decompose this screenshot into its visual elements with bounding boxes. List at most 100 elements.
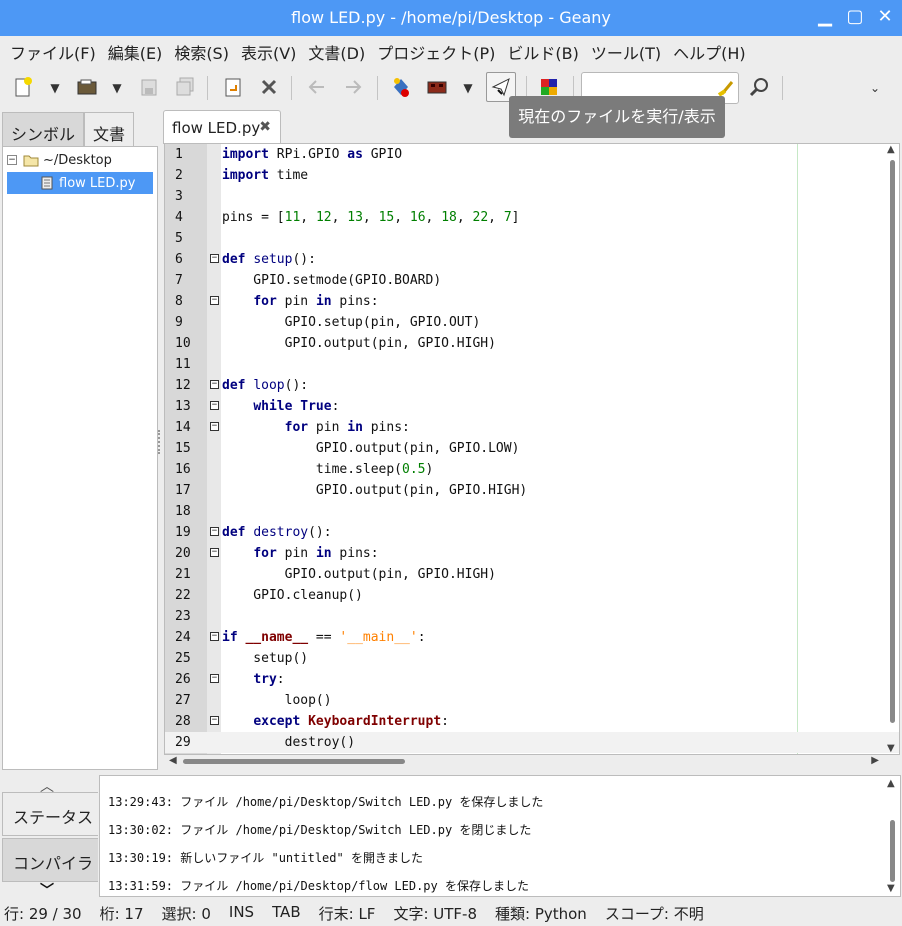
code-line[interactable]: 2 import time bbox=[165, 165, 899, 186]
maximize-icon[interactable]: ▢ bbox=[844, 6, 866, 28]
code-line[interactable]: 20 − for pin in pins: bbox=[165, 543, 899, 564]
save-icon[interactable] bbox=[136, 74, 162, 100]
tab-documents[interactable]: 文書 bbox=[84, 112, 135, 146]
menu-view[interactable]: 表示(V) bbox=[235, 36, 302, 66]
tab-compiler[interactable]: コンパイラ bbox=[2, 838, 98, 882]
code-editor[interactable]: 1 import RPi.GPIO as GPIO 2 import time 3 4 pi… bbox=[164, 143, 900, 755]
tab-status[interactable]: ステータス bbox=[2, 792, 98, 836]
panel-down-icon[interactable]: ﹀ bbox=[40, 880, 54, 900]
code-line[interactable]: 25 setup() bbox=[165, 648, 899, 669]
code-line[interactable]: 18 bbox=[165, 501, 899, 522]
close-file-icon[interactable] bbox=[256, 74, 282, 100]
sidebar-resize-handle[interactable] bbox=[158, 430, 162, 454]
search-icon[interactable] bbox=[746, 74, 772, 100]
tree-folder[interactable]: − ~/Desktop bbox=[7, 149, 153, 171]
close-tab-icon[interactable]: ✖ bbox=[259, 119, 271, 135]
scroll-up-icon[interactable]: ▲ bbox=[887, 144, 895, 155]
code-text: import time bbox=[222, 168, 309, 183]
code-line[interactable]: 23 bbox=[165, 606, 899, 627]
code-line[interactable]: 11 bbox=[165, 354, 899, 375]
status-eol: 行末: LF bbox=[318, 905, 376, 923]
forward-icon[interactable] bbox=[340, 74, 366, 100]
new-file-dropdown-icon[interactable]: ▼ bbox=[48, 78, 62, 98]
file-name: flow LED.py bbox=[59, 175, 136, 191]
menu-document[interactable]: 文書(D) bbox=[302, 36, 371, 66]
code-line[interactable]: 15 GPIO.output(pin, GPIO.LOW) bbox=[165, 438, 899, 459]
fold-toggle-icon[interactable]: − bbox=[210, 254, 219, 263]
code-line[interactable]: 16 time.sleep(0.5) bbox=[165, 459, 899, 480]
log-line: 13:29:43: ファイル /home/pi/Desktop/Switch L… bbox=[108, 795, 544, 809]
code-line[interactable]: 10 GPIO.output(pin, GPIO.HIGH) bbox=[165, 333, 899, 354]
tree-file-item[interactable]: flow LED.py bbox=[7, 172, 153, 194]
menu-search[interactable]: 検索(S) bbox=[168, 36, 235, 66]
code-line[interactable]: 27 loop() bbox=[165, 690, 899, 711]
fold-toggle-icon[interactable]: − bbox=[210, 296, 219, 305]
menu-tools[interactable]: ツール(T) bbox=[585, 36, 667, 66]
msg-scroll-up-icon[interactable]: ▲ bbox=[887, 778, 895, 789]
code-line[interactable]: 5 bbox=[165, 228, 899, 249]
collapse-icon[interactable]: − bbox=[7, 155, 17, 165]
menu-edit[interactable]: 編集(E) bbox=[102, 36, 169, 66]
revert-icon[interactable] bbox=[220, 74, 246, 100]
code-line[interactable]: 22 GPIO.cleanup() bbox=[165, 585, 899, 606]
code-line[interactable]: 21 GPIO.output(pin, GPIO.HIGH) bbox=[165, 564, 899, 585]
save-all-icon[interactable] bbox=[172, 74, 198, 100]
menu-file[interactable]: ファイル(F) bbox=[4, 36, 102, 66]
scroll-right-icon[interactable]: ▶ bbox=[871, 755, 879, 766]
editor-vertical-scroll-thumb[interactable] bbox=[890, 160, 895, 723]
editor-vertical-scrollbar[interactable]: ▲ ▼ bbox=[884, 144, 900, 754]
new-file-icon[interactable] bbox=[10, 74, 36, 100]
fold-toggle-icon[interactable]: − bbox=[210, 422, 219, 431]
menu-help[interactable]: ヘルプ(H) bbox=[667, 36, 752, 66]
fold-toggle-icon[interactable]: − bbox=[210, 527, 219, 536]
code-line[interactable]: 8 − for pin in pins: bbox=[165, 291, 899, 312]
fold-toggle-icon[interactable]: − bbox=[210, 401, 219, 410]
fold-toggle-icon[interactable]: − bbox=[210, 632, 219, 641]
code-line[interactable]: 26 − try: bbox=[165, 669, 899, 690]
code-line[interactable]: 17 GPIO.output(pin, GPIO.HIGH) bbox=[165, 480, 899, 501]
editor-horizontal-scroll-thumb[interactable] bbox=[183, 759, 405, 764]
code-line[interactable]: 4 pins = [11, 12, 13, 15, 16, 18, 22, 7] bbox=[165, 207, 899, 228]
toolbar-overflow-icon[interactable]: ⌄ bbox=[868, 78, 882, 98]
build-icon[interactable] bbox=[424, 74, 450, 100]
code-line[interactable]: 24 − if __name__ == '__main__': bbox=[165, 627, 899, 648]
open-file-icon[interactable] bbox=[74, 74, 100, 100]
tab-symbols[interactable]: シンボル bbox=[2, 112, 85, 146]
code-line[interactable]: 28 − except KeyboardInterrupt: bbox=[165, 711, 899, 732]
code-line[interactable]: 29 destroy() bbox=[165, 732, 899, 753]
fold-toggle-icon[interactable]: − bbox=[210, 380, 219, 389]
fold-toggle-icon[interactable]: − bbox=[210, 674, 219, 683]
code-line[interactable]: 9 GPIO.setup(pin, GPIO.OUT) bbox=[165, 312, 899, 333]
scroll-down-icon[interactable]: ▼ bbox=[887, 743, 895, 754]
code-text: def destroy(): bbox=[222, 525, 332, 540]
fold-toggle-icon[interactable]: − bbox=[210, 716, 219, 725]
minimize-icon[interactable]: ▁ bbox=[814, 6, 836, 28]
close-icon[interactable]: ✕ bbox=[874, 6, 896, 28]
back-icon[interactable] bbox=[304, 74, 330, 100]
code-line[interactable]: 3 bbox=[165, 186, 899, 207]
line-number: 10 bbox=[175, 336, 191, 351]
msg-scroll-down-icon[interactable]: ▼ bbox=[887, 883, 895, 894]
message-scroll-thumb[interactable] bbox=[890, 820, 895, 882]
line-number: 24 bbox=[175, 630, 191, 645]
code-line[interactable]: 13 − while True: bbox=[165, 396, 899, 417]
code-line[interactable]: 14 − for pin in pins: bbox=[165, 417, 899, 438]
code-line[interactable]: 6 − def setup(): bbox=[165, 249, 899, 270]
menu-project[interactable]: プロジェクト(P) bbox=[371, 36, 501, 66]
sidebar-tabs: シンボル 文書 bbox=[2, 112, 135, 146]
fold-toggle-icon[interactable]: − bbox=[210, 548, 219, 557]
message-scrollbar[interactable]: ▲ ▼ bbox=[886, 778, 898, 894]
editor-horizontal-scrollbar[interactable]: ◀ ▶ bbox=[165, 755, 883, 769]
build-dropdown-icon[interactable]: ▼ bbox=[461, 78, 475, 98]
scroll-left-icon[interactable]: ◀ bbox=[169, 755, 177, 766]
open-file-dropdown-icon[interactable]: ▼ bbox=[110, 78, 124, 98]
code-line[interactable]: 19 − def destroy(): bbox=[165, 522, 899, 543]
tab-flow-led[interactable]: flow LED.py ✖ bbox=[163, 110, 281, 144]
code-line[interactable]: 12 − def loop(): bbox=[165, 375, 899, 396]
code-line[interactable]: 1 import RPi.GPIO as GPIO bbox=[165, 144, 899, 165]
line-number: 17 bbox=[175, 483, 191, 498]
status-selection: 選択: 0 bbox=[161, 905, 211, 923]
code-line[interactable]: 7 GPIO.setmode(GPIO.BOARD) bbox=[165, 270, 899, 291]
menu-build[interactable]: ビルド(B) bbox=[501, 36, 584, 66]
compile-icon[interactable] bbox=[388, 74, 414, 100]
